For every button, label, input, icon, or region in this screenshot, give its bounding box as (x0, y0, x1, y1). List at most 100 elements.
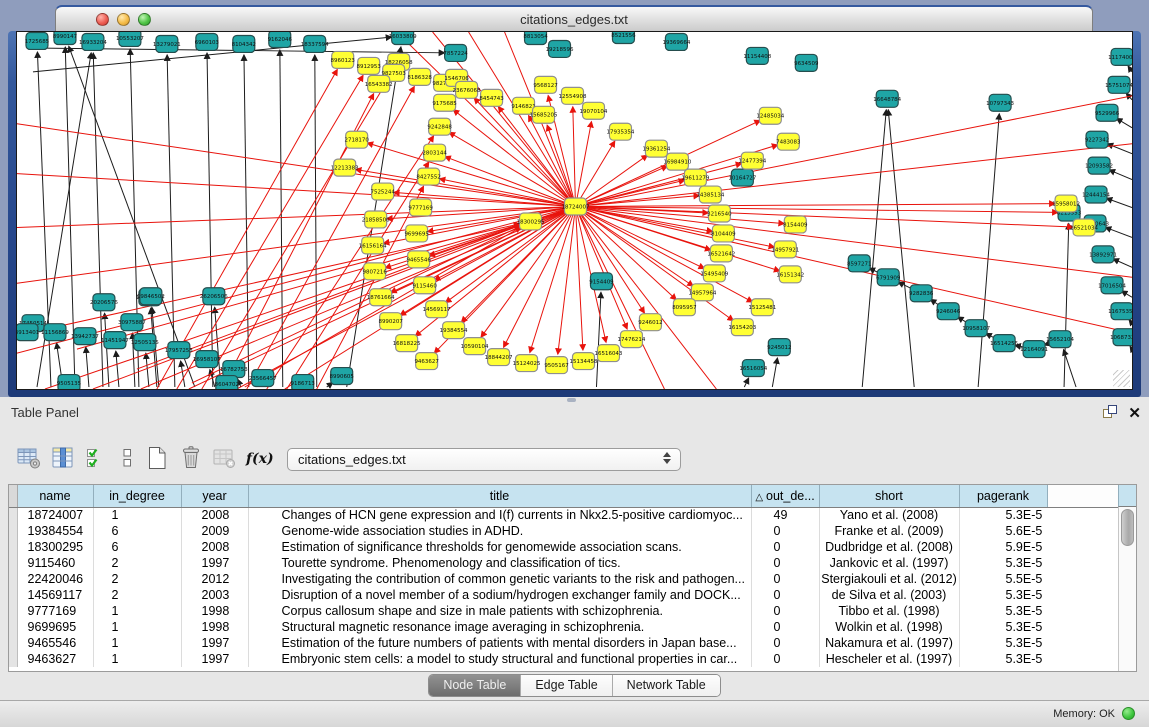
table-row[interactable]: 1830029562008Estimation of significance … (9, 539, 1120, 555)
graph-node[interactable]: 16151342 (776, 266, 804, 283)
graph-node[interactable]: 10687327 (1110, 329, 1132, 346)
graph-node[interactable]: 16521034 (1070, 219, 1098, 236)
table-row[interactable]: 946362711997Embryonic stem cells: a mode… (9, 651, 1120, 667)
graph-node[interactable]: 10590104 (461, 338, 489, 355)
graph-node[interactable]: 14957921 (771, 241, 799, 258)
column-header-short[interactable]: short (819, 485, 959, 507)
table-row[interactable]: 969969511998Structural magnetic resonanc… (9, 619, 1120, 635)
graph-node[interactable]: 9245012 (767, 339, 791, 356)
create-column-button[interactable] (140, 444, 174, 472)
graph-node[interactable]: 18337594 (301, 35, 329, 52)
table-row[interactable]: 946554611997Estimation of the future num… (9, 635, 1120, 651)
graph-node[interactable]: 19218596 (546, 40, 574, 57)
table-settings-button[interactable] (12, 444, 46, 472)
graph-node[interactable]: 9807216 (362, 263, 387, 280)
graph-node[interactable]: 9568127 (533, 76, 558, 93)
graph-node[interactable]: 8912953 (356, 57, 381, 74)
vertical-scrollbar[interactable] (1118, 507, 1136, 671)
graph-node[interactable]: 8813054 (523, 32, 548, 44)
graph-node[interactable]: 9186713 (291, 375, 316, 389)
graph-node[interactable]: 2718170 (345, 131, 370, 148)
graph-node[interactable]: 12554908 (559, 87, 587, 104)
graph-node[interactable]: 14385134 (696, 186, 724, 203)
column-header-name[interactable]: name (17, 485, 93, 507)
graph-node[interactable]: 9154409 (589, 273, 614, 290)
graph-node[interactable]: 9115460 (412, 277, 437, 294)
graph-node[interactable]: 8186328 (407, 68, 432, 85)
graph-node[interactable]: 17016504 (1098, 277, 1126, 294)
graph-node[interactable]: 7525244 (370, 183, 395, 200)
delete-column-button[interactable] (174, 444, 208, 472)
graph-node[interactable]: 9634509 (794, 54, 819, 71)
graph-node[interactable]: 19369664 (662, 33, 690, 50)
column-header-pagerank[interactable]: pagerank (959, 485, 1047, 507)
graph-node[interactable]: 18300295 (517, 213, 545, 230)
graph-node[interactable]: 30975887 (118, 314, 146, 331)
graph-node[interactable]: 12485034 (756, 107, 784, 124)
row-selection-button[interactable] (80, 444, 114, 472)
graph-node[interactable]: 9282836 (909, 285, 934, 302)
table-row[interactable]: 1872400712008Changes of HCN gene express… (9, 507, 1120, 523)
graph-node[interactable]: 16156164 (359, 237, 387, 254)
graph-node[interactable]: 8604702 (215, 376, 239, 389)
tab-network-table[interactable]: Network Table (612, 675, 720, 696)
graph-node[interactable]: 12164091 (1020, 341, 1048, 358)
column-header-in-degree[interactable]: in_degree (93, 485, 181, 507)
graph-node[interactable]: 16818225 (393, 335, 421, 352)
window-titlebar[interactable]: citations_edges.txt (55, 5, 1093, 32)
graph-node[interactable]: 9175685 (432, 94, 456, 111)
column-header-year[interactable]: year (181, 485, 248, 507)
graph-node[interactable]: 11154408 (743, 47, 771, 64)
table-mode-button[interactable] (114, 444, 140, 472)
graph-node[interactable]: 9529966 (1095, 104, 1120, 121)
graph-node[interactable]: 14569117 (423, 301, 451, 318)
graph-node[interactable]: 13892971 (1089, 246, 1117, 263)
graph-node[interactable]: 8960123 (331, 51, 356, 68)
graph-node[interactable]: 8095957 (672, 299, 697, 316)
graph-node[interactable]: 11156869 (41, 324, 69, 341)
graph-node[interactable]: 3216540 (707, 205, 732, 222)
graph-node[interactable]: 8104409 (711, 225, 736, 242)
graph-node[interactable]: 9505135 (57, 375, 81, 389)
graph-node[interactable]: 12213383 (331, 159, 359, 176)
graph-node[interactable]: 10164727 (728, 169, 756, 186)
graph-node[interactable]: 6791909 (876, 269, 901, 286)
column-header-title[interactable]: title (248, 485, 751, 507)
graph-node[interactable]: 8521556 (611, 32, 636, 43)
close-panel-icon[interactable]: ✕ (1128, 405, 1141, 423)
graph-node[interactable]: 15958012 (1052, 195, 1080, 212)
graph-node[interactable]: 12505135 (131, 334, 159, 351)
graph-node[interactable]: 16516054 (739, 360, 767, 377)
graph-node[interactable]: 9505167 (544, 357, 569, 374)
float-window-icon[interactable] (1101, 403, 1118, 425)
graph-node[interactable]: 11174007 (1108, 48, 1132, 65)
graph-node[interactable]: 15751074 (1105, 76, 1132, 93)
graph-node[interactable]: 26206506 (200, 288, 228, 305)
graph-node[interactable]: 16154203 (728, 319, 756, 336)
graph-node[interactable]: 13279021 (153, 35, 181, 52)
graph-node[interactable]: 11451947 (101, 332, 129, 349)
graph-node[interactable]: 9777169 (408, 199, 433, 216)
delete-table-button[interactable] (208, 444, 242, 472)
table-row[interactable]: 1938455462009Genome-wide association stu… (9, 523, 1120, 539)
graph-node[interactable]: 19846502 (137, 288, 165, 305)
graph-node[interactable]: 16033809 (389, 32, 417, 44)
graph-node[interactable]: 8427552 (416, 168, 440, 185)
graph-node[interactable]: 16516043 (595, 345, 623, 362)
graph-node[interactable]: 12477394 (738, 152, 766, 169)
graph-node[interactable]: 8154409 (783, 216, 808, 233)
graph-node[interactable]: 12093582 (1085, 157, 1113, 174)
scrollbar-thumb[interactable] (1121, 509, 1134, 546)
graph-node[interactable]: 6960103 (195, 33, 220, 50)
graph-node[interactable]: 23676068 (453, 81, 481, 98)
graph-node[interactable]: 9463627 (414, 353, 439, 370)
graph-node[interactable]: 16514256 (990, 335, 1018, 352)
graph-node[interactable]: 3913401 (17, 324, 39, 341)
graph-node[interactable]: 14957964 (688, 284, 716, 301)
graph-node[interactable]: 18844207 (485, 349, 513, 366)
graph-node[interactable]: 9162046 (268, 32, 293, 47)
graph-node[interactable]: 15125481 (748, 299, 776, 316)
graph-node[interactable]: 13942737 (71, 328, 99, 345)
network-svg[interactable]: 1725685899014716933204105532071327902169… (17, 32, 1132, 389)
graph-node[interactable]: 2803144 (422, 144, 447, 161)
